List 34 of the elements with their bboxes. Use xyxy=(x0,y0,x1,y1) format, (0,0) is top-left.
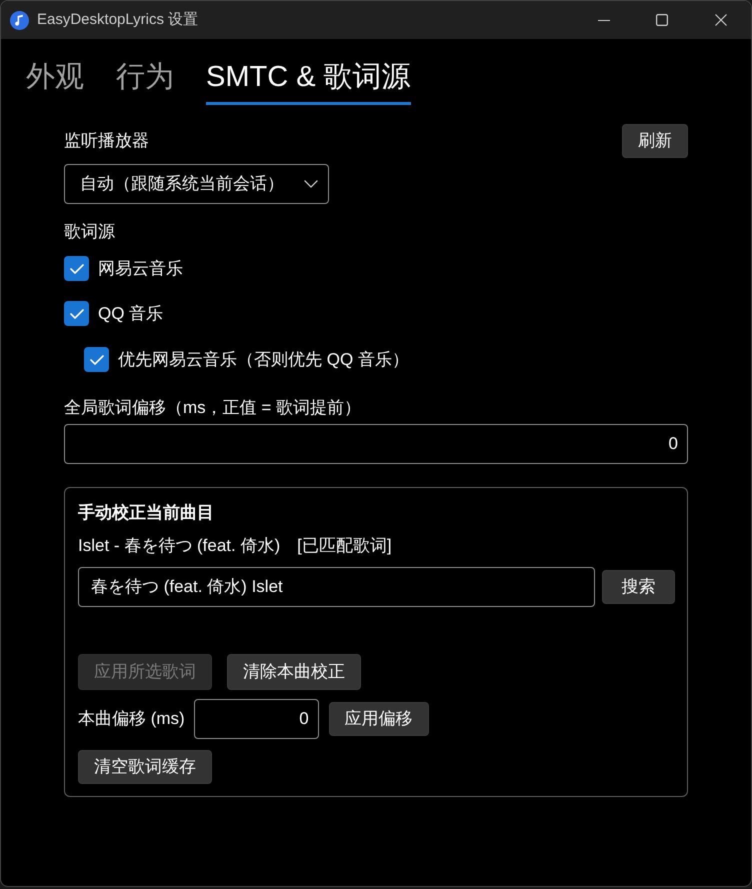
field-label: 监听播放器 xyxy=(64,130,149,152)
clear-cache-button[interactable]: 清空歌词缓存 xyxy=(78,750,212,784)
checkbox[interactable] xyxy=(84,347,109,372)
search-field[interactable]: 春を待つ (feat. 倚水) Islet xyxy=(78,567,595,607)
check-icon xyxy=(70,308,84,318)
section-label: 歌词源 xyxy=(64,221,115,243)
checkbox-label: QQ 音乐 xyxy=(98,302,164,324)
panel-title: 手动校正当前曲目 xyxy=(78,502,214,524)
window-title: EasyDesktopLyrics 设置 xyxy=(37,10,198,30)
music-note-icon xyxy=(10,10,29,30)
checkbox[interactable] xyxy=(64,256,89,281)
check-icon xyxy=(70,264,84,274)
tab[interactable]: 行为 xyxy=(116,59,174,105)
maximize-icon xyxy=(656,14,668,26)
checkbox-label: 优先网易云音乐（否则优先 QQ 音乐） xyxy=(118,348,409,370)
close-icon xyxy=(715,14,727,26)
refresh-button[interactable]: 刷新 xyxy=(622,124,688,158)
search-button[interactable]: 搜索 xyxy=(602,570,675,604)
match-status: [已匹配歌词] xyxy=(297,535,392,557)
track-title: Islet - 春を待つ (feat. 倚水) xyxy=(78,535,280,557)
offset-field[interactable]: 0 xyxy=(64,424,688,464)
dropdown-value: 自动（跟随系统当前会话） xyxy=(80,173,284,196)
field-label: 全局歌词偏移（ms，正值 = 歌词提前） xyxy=(64,397,362,419)
check-icon xyxy=(90,354,104,364)
song-offset-field[interactable]: 0 xyxy=(194,699,319,739)
player-dropdown[interactable]: 自动（跟随系统当前会话） xyxy=(64,164,329,204)
action-button[interactable]: 清除本曲校正 xyxy=(227,654,361,690)
checkbox[interactable] xyxy=(64,301,89,326)
apply-offset-button[interactable]: 应用偏移 xyxy=(328,702,429,736)
chevron-down-icon xyxy=(304,180,318,188)
checkbox-label: 网易云音乐 xyxy=(98,258,183,280)
tab[interactable]: SMTC & 歌词源 xyxy=(206,59,411,105)
tab[interactable]: 外观 xyxy=(26,59,84,105)
field-label: 本曲偏移 (ms) xyxy=(78,708,185,730)
